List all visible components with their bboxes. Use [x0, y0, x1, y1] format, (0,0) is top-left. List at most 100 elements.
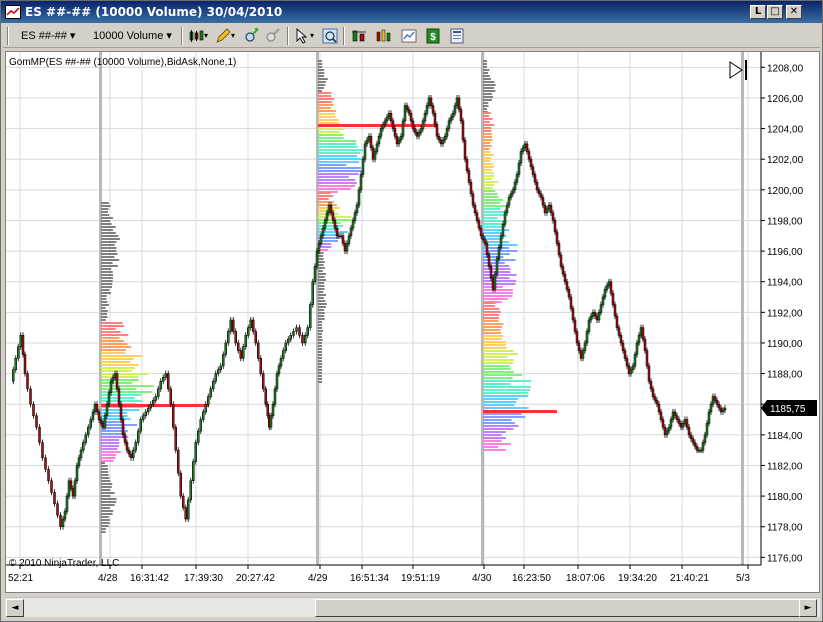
indicators-icon[interactable]: [351, 28, 367, 44]
profile-bar: [318, 330, 323, 332]
profile-bar: [101, 328, 116, 330]
price-chart[interactable]: 1208,00 1206,00 1204,00 1202,00 1200,00 1198,…: [6, 52, 819, 592]
candle-body: [35, 415, 38, 428]
candle-body: [555, 231, 559, 244]
zoom-out-icon[interactable]: [265, 28, 281, 44]
candle-body: [77, 457, 81, 466]
candle-body: [693, 442, 697, 447]
candle-body: [26, 373, 29, 390]
scroll-thumb[interactable]: [315, 599, 803, 617]
profile-bar: [483, 431, 506, 433]
candle-body: [445, 128, 449, 137]
drawing-dropdown-icon[interactable]: ▾: [231, 26, 235, 46]
drawing-pencil-icon[interactable]: [215, 28, 231, 44]
strategies-icon[interactable]: [376, 28, 392, 44]
price-tick-label: 1208,00: [767, 63, 804, 74]
scroll-right-button[interactable]: ►: [799, 599, 817, 617]
profile-bar: [101, 364, 139, 366]
profile-bar: [318, 176, 349, 178]
profile-bar: [318, 90, 322, 92]
cursor-pointer-icon[interactable]: [294, 28, 310, 44]
profile-bar: [318, 276, 325, 278]
profile-bar: [483, 211, 506, 213]
properties-icon[interactable]: $: [425, 28, 441, 44]
current-price-label: 1185,75: [770, 404, 806, 415]
candle-body: [421, 120, 425, 129]
profile-bar: [483, 425, 519, 427]
chart-panel[interactable]: 1208,00 1206,00 1204,00 1202,00 1200,00 1198,…: [5, 51, 820, 593]
candle-body: [455, 97, 459, 106]
profile-bar: [318, 273, 326, 275]
candle-body: [389, 113, 393, 122]
chart-settings-icon[interactable]: [449, 28, 465, 44]
close-button[interactable]: ✕: [786, 5, 802, 19]
profile-bar: [483, 262, 505, 264]
zoom-in-icon[interactable]: [244, 28, 260, 44]
candle-body: [242, 346, 245, 359]
profile-bar: [318, 213, 339, 215]
candle-body: [665, 430, 669, 436]
candle-body: [115, 373, 119, 390]
profile-bar: [483, 208, 501, 210]
candle-body: [257, 342, 260, 359]
toolbar-separator: [343, 27, 345, 45]
instrument-selector[interactable]: ES ##-## ▾: [21, 26, 75, 46]
candle-body: [477, 220, 481, 229]
profile-bar: [318, 327, 323, 329]
period-selector[interactable]: 10000 Volume ▾: [93, 26, 172, 46]
profile-bar: [318, 348, 322, 350]
candle-body: [517, 162, 521, 175]
profile-bar: [318, 92, 332, 94]
profile-bar: [483, 226, 502, 228]
profile-bar: [101, 217, 113, 219]
profile-bar: [101, 501, 117, 503]
profile-bar: [483, 175, 495, 177]
profile-bar: [483, 105, 489, 107]
candle-body: [705, 423, 709, 436]
scroll-left-button[interactable]: ◄: [6, 599, 24, 617]
profile-bar: [101, 477, 110, 479]
profile-bar: [101, 340, 124, 342]
profile-bar: [483, 323, 504, 325]
price-tick-label: 1200,00: [767, 186, 804, 197]
profile-bar: [318, 300, 326, 302]
profile-bar: [483, 96, 494, 98]
maximize-button[interactable]: □: [767, 5, 783, 19]
profile-bar: [483, 166, 494, 168]
profile-bar: [483, 163, 494, 165]
time-tick-label: 5/3: [736, 573, 750, 584]
candle-body: [579, 350, 583, 359]
cursor-dropdown-icon[interactable]: ▾: [310, 26, 314, 46]
candle-body: [633, 354, 637, 367]
candle-body: [189, 480, 192, 501]
profile-bar: [101, 256, 115, 258]
candle-body: [119, 403, 123, 420]
candle-body: [681, 423, 685, 428]
profile-bar: [483, 305, 495, 307]
candle-body: [719, 407, 723, 413]
candle-body: [501, 224, 505, 237]
candle-body: [123, 434, 127, 443]
candle-body: [645, 350, 649, 367]
candle-body: [331, 212, 335, 221]
profile-bar: [483, 350, 514, 352]
horizontal-scrollbar[interactable]: ◄ ►: [5, 597, 820, 617]
bar-type-dropdown-icon[interactable]: ▾: [204, 26, 208, 46]
title-bar[interactable]: ES ##-## (10000 Volume) 30/04/2010 L □ ✕: [1, 1, 822, 23]
profile-bar: [483, 133, 492, 135]
candle-body: [317, 243, 321, 252]
candle-body: [675, 415, 679, 420]
minimize-button[interactable]: L: [750, 5, 766, 19]
profile-bar: [318, 116, 336, 118]
candle-body: [559, 254, 563, 267]
profile-bar: [318, 315, 325, 317]
crosshair-icon[interactable]: [322, 28, 338, 44]
candle-body: [713, 396, 717, 401]
toolbar-grip: [7, 27, 9, 45]
bar-type-icon[interactable]: [188, 28, 204, 44]
candle-body: [254, 331, 257, 344]
data-box-icon[interactable]: [401, 28, 417, 44]
candle-body: [125, 442, 129, 451]
candle-body: [491, 277, 495, 290]
profile-bar: [483, 422, 515, 424]
